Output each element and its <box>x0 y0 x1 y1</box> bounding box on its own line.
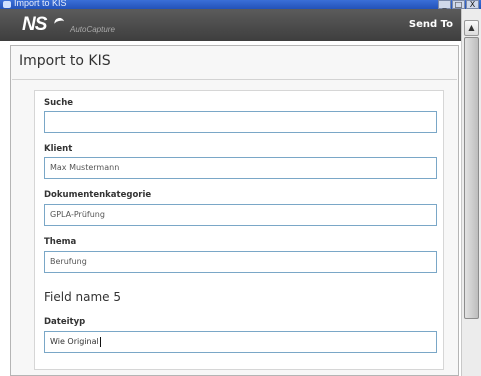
send-to-button[interactable]: Send To <box>409 19 453 30</box>
suche-label: Suche <box>44 98 74 108</box>
maximize-button[interactable]: □ <box>452 0 465 9</box>
vertical-scrollbar[interactable]: ▲ <box>461 9 481 376</box>
dateityp-label: Dateityp <box>44 317 86 327</box>
product-name: AutoCapture <box>70 25 115 34</box>
suche-input[interactable] <box>44 111 437 133</box>
panel-title: Import to KIS <box>19 53 111 69</box>
dokumentenkategorie-label: Dokumentenkategorie <box>44 190 152 200</box>
thema-label: Thema <box>44 237 77 247</box>
klient-label: Klient <box>44 144 73 154</box>
close-button[interactable]: X <box>466 0 479 9</box>
minimize-button[interactable]: _ <box>438 0 451 9</box>
logo-swoosh-icon <box>53 16 65 27</box>
nsi-logo: NS <box>22 14 47 35</box>
app-icon <box>3 1 11 8</box>
klient-input[interactable]: Max Mustermann <box>44 157 437 179</box>
thema-input[interactable]: Berufung <box>44 251 437 273</box>
window-titlebar[interactable]: Import to KIS _ □ X <box>0 0 481 9</box>
window-controls: _ □ X <box>438 0 479 9</box>
dokumentenkategorie-input[interactable]: GPLA-Prüfung <box>44 204 437 226</box>
scroll-up-arrow-icon[interactable]: ▲ <box>464 20 479 36</box>
import-panel: Import to KIS Suche Klient Max Musterman… <box>10 45 459 376</box>
divider <box>12 79 457 80</box>
scrollbar-thumb[interactable] <box>464 37 479 319</box>
window-title: Import to KIS <box>14 0 67 8</box>
header-bar: NS AutoCapture Send To <box>0 9 461 41</box>
dateityp-value: Wie Original <box>50 337 99 346</box>
text-caret <box>99 336 101 347</box>
dateityp-input[interactable]: Wie Original <box>44 331 437 353</box>
field-name-5-heading: Field name 5 <box>44 290 121 304</box>
import-form: Suche Klient Max Mustermann Dokumentenka… <box>34 90 444 370</box>
